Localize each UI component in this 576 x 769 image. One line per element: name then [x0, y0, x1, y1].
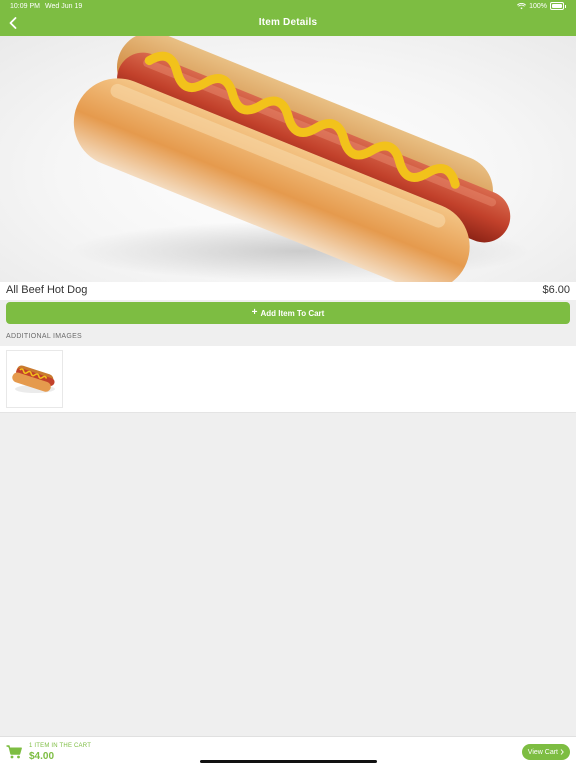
cart-icon[interactable] [6, 745, 22, 759]
item-name: All Beef Hot Dog [6, 284, 88, 296]
page-title: Item Details [258, 17, 318, 28]
home-indicator [200, 760, 377, 763]
cart-summary-bar: 1 ITEM IN THE CART $4.00 View Cart [0, 736, 576, 769]
additional-images-heading: ADDITIONAL IMAGES [6, 333, 83, 340]
plus-icon: + [251, 307, 258, 318]
battery-percent: 100% [529, 2, 547, 10]
view-cart-button[interactable]: View Cart [521, 744, 570, 760]
status-date: Wed Jun 19 [45, 3, 83, 10]
hot-dog-image [70, 36, 530, 282]
add-to-cart-button[interactable]: + Add Item To Cart [6, 302, 570, 324]
additional-images-strip [0, 346, 576, 413]
cart-item-count: 1 ITEM IN THE CART [29, 743, 92, 749]
additional-image-thumbnail[interactable] [6, 350, 63, 408]
battery-icon [550, 2, 564, 10]
add-to-cart-label: Add Item To Cart [260, 308, 325, 318]
cart-total: $4.00 [29, 751, 55, 762]
item-details-row: All Beef Hot Dog $6.00 [0, 282, 576, 300]
chevron-right-icon [560, 749, 564, 755]
wifi-icon [517, 2, 527, 9]
app-header: 10:09 PM Wed Jun 19 100% Item Details [0, 0, 576, 36]
item-hero-image [0, 36, 576, 282]
hot-dog-thumbnail-image [12, 365, 55, 393]
item-price: $6.00 [542, 284, 570, 296]
status-indicators: 100% [517, 2, 566, 10]
status-bar: 10:09 PM Wed Jun 19 100% [0, 0, 576, 14]
status-time: 10:09 PM [10, 3, 40, 10]
view-cart-label: View Cart [527, 748, 558, 756]
